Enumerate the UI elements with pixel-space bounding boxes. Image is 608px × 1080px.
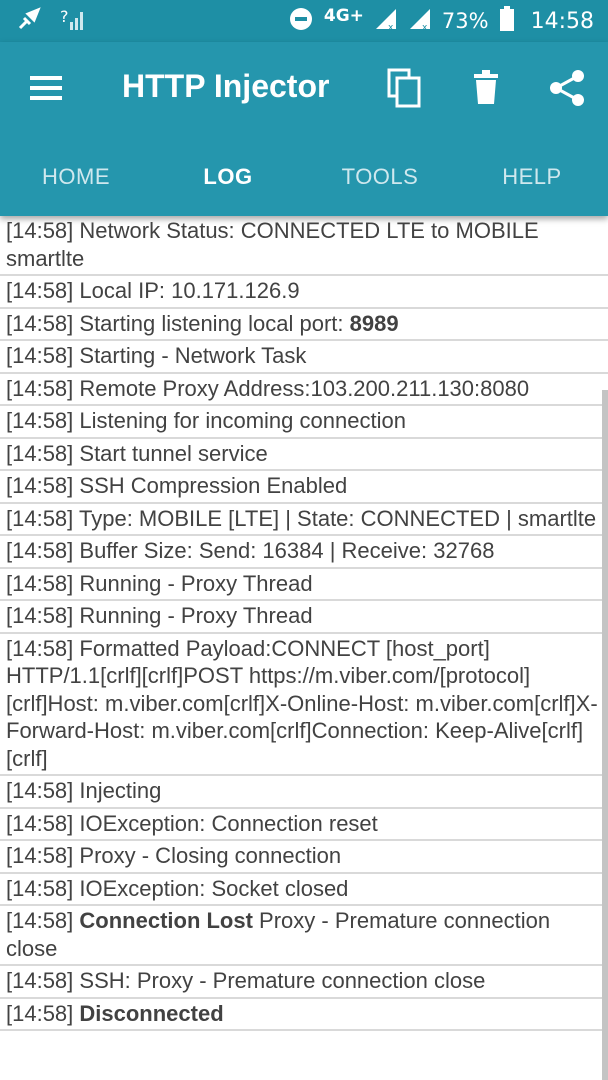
svg-text:?: ? (60, 7, 69, 26)
share-icon[interactable] (548, 68, 588, 108)
log-entry: [14:58] Injecting (0, 776, 608, 809)
toolbar: HTTP Injector (0, 42, 608, 138)
delete-icon[interactable] (468, 68, 508, 108)
tab-log[interactable]: LOG (152, 138, 304, 216)
no-signal-icon: ? (60, 6, 86, 36)
log-entry: [14:58] Starting listening local port: 8… (0, 309, 608, 341)
menu-icon[interactable] (30, 74, 64, 102)
copy-icon[interactable] (385, 68, 425, 108)
log-entry: [14:58] Connection Lost Proxy - Prematur… (0, 906, 608, 966)
log-entry: [14:58] Network Status: CONNECTED LTE to… (0, 216, 608, 276)
log-entry: [14:58] Type: MOBILE [LTE] | State: CONN… (0, 504, 608, 536)
log-entry: [14:58] Running - Proxy Thread (0, 601, 608, 634)
log-entry: [14:58] Starting - Network Task (0, 341, 608, 374)
log-list[interactable]: [14:58] Network Status: CONNECTED LTE to… (0, 216, 608, 1080)
log-entry: [14:58] SSH: Proxy - Premature connectio… (0, 966, 608, 999)
dnd-icon (288, 6, 314, 37)
signal-icon: x (374, 7, 398, 36)
status-bar: ? 4G+ x x 73% 14:58 (0, 0, 608, 42)
svg-text:x: x (388, 23, 394, 31)
battery-icon (499, 5, 515, 37)
log-entry: [14:58] Local IP: 10.171.126.9 (0, 276, 608, 309)
log-entry: [14:58] Buffer Size: Send: 16384 | Recei… (0, 536, 608, 569)
app-title: HTTP Injector (122, 68, 330, 104)
tab-tools[interactable]: TOOLS (304, 138, 456, 216)
tab-bar: HOME LOG TOOLS HELP (0, 138, 608, 216)
log-entry: [14:58] Running - Proxy Thread (0, 569, 608, 601)
log-entry: [14:58] Proxy - Closing connection (0, 841, 608, 874)
battery-percentage: 73% (441, 9, 489, 33)
log-entry: [14:58] IOException: Connection reset (0, 809, 608, 841)
usb-debug-icon (16, 6, 42, 36)
log-entry: [14:58] Formatted Payload:CONNECT [host_… (0, 634, 608, 776)
log-entry: [14:58] Remote Proxy Address:103.200.211… (0, 374, 608, 406)
log-entry: [14:58] Disconnected (0, 999, 608, 1031)
log-entry: [14:58] IOException: Socket closed (0, 874, 608, 906)
scrollbar[interactable] (602, 390, 608, 1080)
log-entry: [14:58] SSH Compression Enabled (0, 471, 608, 504)
clock: 14:58 (530, 8, 594, 34)
svg-text:x: x (422, 23, 428, 31)
tab-home[interactable]: HOME (0, 138, 152, 216)
app-bar: HTTP Injector HOME LOG TOOLS HELP (0, 42, 608, 216)
log-entry: [14:58] Start tunnel service (0, 439, 608, 471)
tab-help[interactable]: HELP (456, 138, 608, 216)
signal-icon: x (408, 7, 432, 36)
network-type-label: 4G+ (323, 6, 364, 26)
log-entry: [14:58] Listening for incoming connectio… (0, 406, 608, 439)
